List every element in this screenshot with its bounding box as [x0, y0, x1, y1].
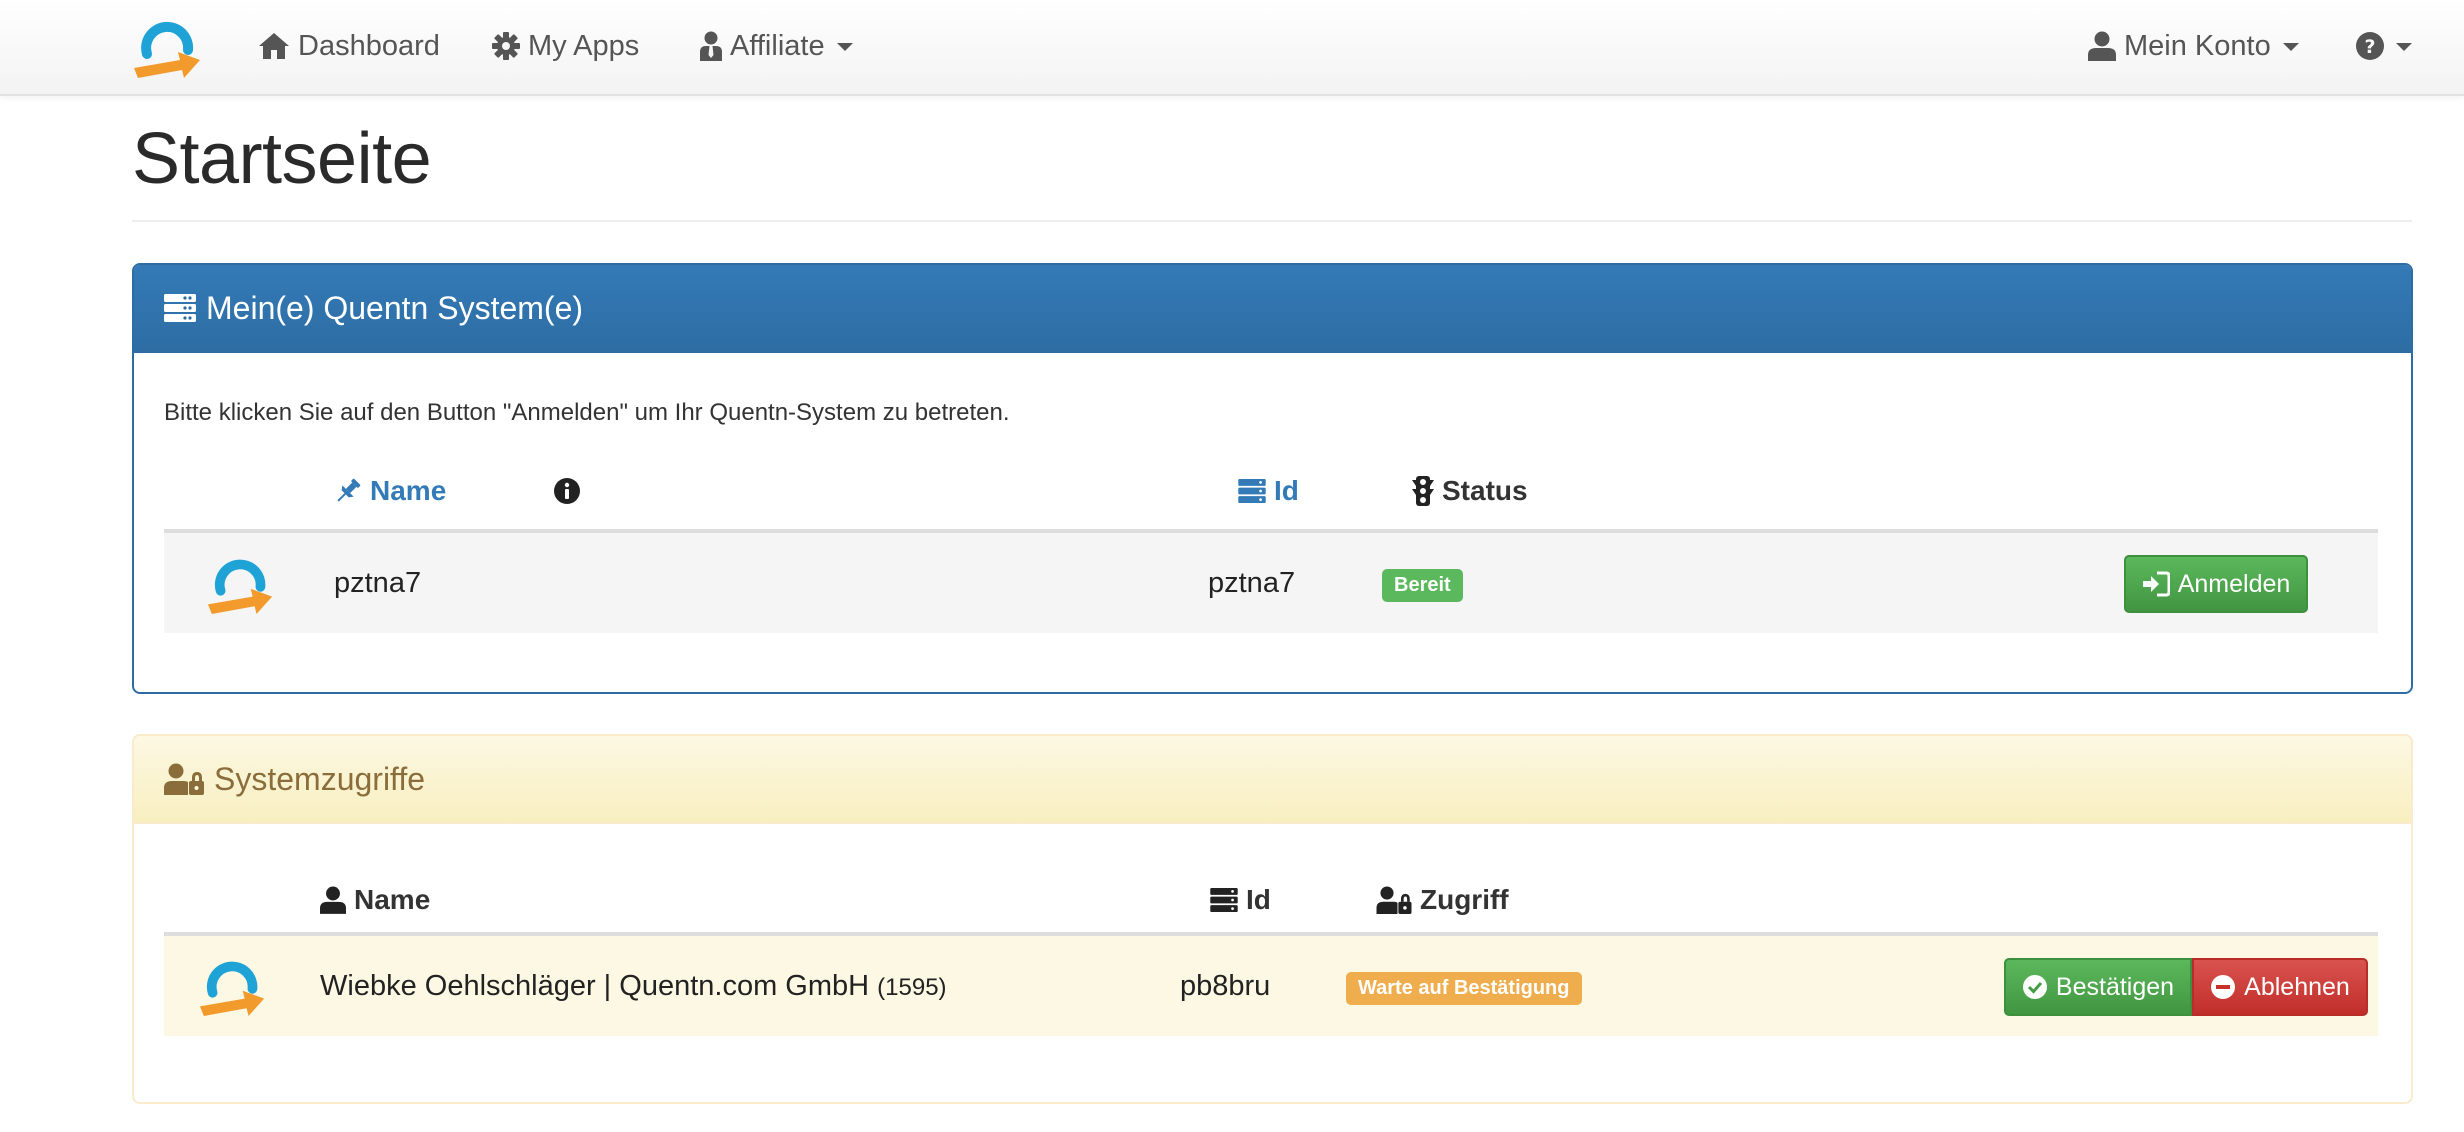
name-info-icon-wrap[interactable] — [554, 473, 588, 509]
ablehnen-button-label: Ablehnen — [2244, 972, 2350, 1001]
user-tie-icon — [700, 31, 722, 61]
gear-icon — [492, 32, 520, 60]
column-header-access: Zugriff — [1376, 880, 1509, 920]
nav-dashboard-label: Dashboard — [298, 29, 440, 62]
quentn-logo[interactable] — [130, 10, 206, 80]
column-header-name-label: Name — [370, 475, 447, 506]
svg-text:?: ? — [2364, 36, 2375, 58]
nav-my-apps-label: My Apps — [528, 29, 640, 62]
chevron-down-icon — [836, 43, 853, 51]
page-header-divider — [132, 220, 2412, 222]
column-header-id[interactable]: Id — [1238, 471, 1299, 511]
systems-table-header: Name Id Status — [164, 461, 2378, 533]
nav-my-apps[interactable]: My Apps — [492, 24, 639, 68]
home-icon — [259, 33, 289, 59]
access-user-name-text: Wiebke Oehlschläger | Quentn.com GmbH — [320, 970, 870, 1002]
access-panel-heading: Systemzugriffe — [134, 736, 2411, 824]
ablehnen-button[interactable]: Ablehnen — [2192, 958, 2368, 1016]
column-header-id-label: Id — [1246, 884, 1271, 915]
column-header-name[interactable]: Name — [334, 471, 446, 511]
status-badge: Bereit — [1382, 569, 1463, 602]
traffic-light-icon — [1412, 476, 1434, 506]
chevron-down-icon — [2396, 43, 2412, 51]
column-header-access-label: Zugriff — [1420, 884, 1509, 915]
column-header-id: Id — [1210, 880, 1271, 920]
access-table-header: Name Id Zugriff — [164, 864, 2378, 936]
access-row: Wiebke Oehlschläger | Quentn.com GmbH (1… — [164, 936, 2378, 1036]
nav-dashboard[interactable]: Dashboard — [258, 24, 440, 68]
system-name: pztna7 — [334, 567, 422, 599]
column-header-status-label: Status — [1442, 475, 1528, 506]
user-lock-icon — [164, 763, 204, 795]
account-dropdown[interactable]: Mein Konto — [2088, 24, 2299, 68]
pin-icon — [337, 478, 361, 502]
bestaetigen-button-label: Bestätigen — [2055, 972, 2175, 1001]
top-navbar: Dashboard My Apps Affiliate Mein Konto ? — [0, 0, 2464, 96]
access-user-name: Wiebke Oehlschläger | Quentn.com GmbH (1… — [320, 970, 947, 1003]
column-header-name-label: Name — [354, 884, 431, 915]
sign-in-icon — [2142, 571, 2170, 597]
column-header-status: Status — [1412, 471, 1528, 511]
anmelden-button[interactable]: Anmelden — [2124, 555, 2308, 613]
access-user-number: (1595) — [877, 974, 947, 1001]
status-badge: Warte auf Bestätigung — [1346, 972, 1582, 1005]
info-icon — [554, 478, 580, 504]
systems-intro-text: Bitte klicken Sie auf den Button "Anmeld… — [164, 399, 1010, 426]
user-icon — [2088, 31, 2116, 61]
help-dropdown[interactable]: ? — [2356, 24, 2412, 68]
systems-panel-title: Mein(e) Quentn System(e) — [206, 289, 584, 326]
question-circle-icon: ? — [2356, 32, 2384, 60]
user-icon — [320, 886, 346, 914]
nav-affiliate-label: Affiliate — [730, 29, 825, 62]
page-title: Startseite — [132, 119, 432, 199]
bestaetigen-button[interactable]: Bestätigen — [2004, 958, 2192, 1016]
system-row: pztna7 pztna7 Bereit Anmelden — [164, 533, 2378, 633]
anmelden-button-label: Anmelden — [2177, 569, 2291, 598]
quentn-logo — [207, 559, 273, 615]
user-lock-icon — [1376, 886, 1412, 914]
column-header-id-label: Id — [1274, 475, 1299, 506]
check-circle-icon — [2022, 975, 2047, 999]
account-label: Mein Konto — [2124, 29, 2271, 62]
server-icon — [164, 294, 196, 322]
nav-affiliate-dropdown[interactable]: Affiliate — [700, 24, 853, 68]
minus-circle-icon — [2211, 975, 2236, 999]
quentn-logo — [199, 961, 265, 1017]
access-panel-title: Systemzugriffe — [214, 760, 426, 797]
systems-panel: Mein(e) Quentn System(e) Bitte klicken S… — [132, 263, 2413, 694]
access-panel: Systemzugriffe Name Id Zugriff Wiebke Oe… — [132, 734, 2413, 1104]
server-icon — [1238, 479, 1266, 503]
access-system-id: pb8bru — [1180, 970, 1271, 1002]
chevron-down-icon — [2282, 43, 2299, 51]
system-id: pztna7 — [1208, 567, 1296, 599]
systems-panel-heading: Mein(e) Quentn System(e) — [134, 265, 2411, 353]
column-header-name: Name — [320, 880, 430, 920]
server-icon — [1210, 888, 1238, 912]
